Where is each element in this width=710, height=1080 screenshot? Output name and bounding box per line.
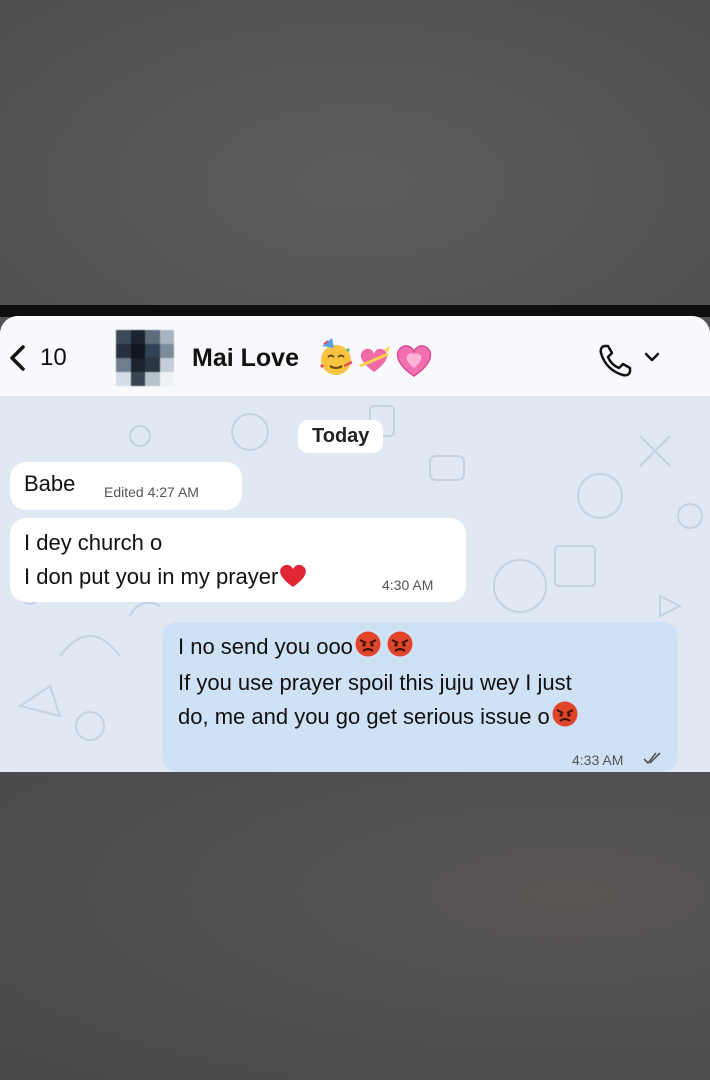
date-separator: Today: [298, 420, 384, 453]
back-chevron-icon[interactable]: [8, 344, 26, 372]
blurred-background-top: [0, 0, 710, 305]
message-meta: Edited 4:27 AM: [104, 484, 199, 500]
message-meta: 4:30 AM: [382, 577, 434, 593]
angry-face-icon: [387, 631, 413, 657]
message-bubble-outgoing[interactable]: I no send you ooo If you use prayer spoi…: [162, 622, 678, 772]
contact-emojis: [320, 338, 432, 377]
unread-count[interactable]: 10: [40, 344, 67, 372]
message-text-line: I no send you ooo: [178, 630, 415, 664]
chat-header: 10 Mai Love: [0, 316, 710, 396]
message-text: If you use prayer spoil this juju wey I …: [178, 670, 572, 695]
avatar[interactable]: [116, 330, 174, 386]
angry-face-icon: [355, 631, 381, 657]
message-text-line: do, me and you go get serious issue o: [178, 700, 580, 734]
blurred-background-bottom: [0, 770, 710, 1080]
message-text-line: I don put you in my prayer: [24, 560, 308, 594]
growing-heart-icon: [396, 345, 432, 377]
chevron-down-icon[interactable]: [643, 350, 661, 364]
message-meta: 4:33 AM: [572, 752, 624, 768]
read-double-check-icon: [643, 752, 661, 765]
partying-face-icon: [320, 338, 353, 375]
chat-screenshot: 10 Mai Love Today Babe Edited 4:27 AM I …: [0, 316, 710, 772]
message-bubble-incoming[interactable]: I dey church o I don put you in my praye…: [10, 518, 466, 602]
message-text: do, me and you go get serious issue o: [178, 704, 550, 729]
phone-icon[interactable]: [596, 342, 634, 380]
message-text: I don put you in my prayer: [24, 564, 279, 589]
message-text: I no send you ooo: [178, 634, 353, 659]
red-heart-icon: [280, 564, 307, 587]
heart-with-ribbon-icon: [359, 346, 390, 372]
contact-name[interactable]: Mai Love: [192, 344, 299, 373]
message-text: I dey church o: [24, 530, 163, 555]
message-bubble-incoming[interactable]: Babe Edited 4:27 AM: [10, 462, 242, 510]
message-text: Babe: [24, 471, 76, 496]
angry-face-icon: [552, 701, 578, 727]
